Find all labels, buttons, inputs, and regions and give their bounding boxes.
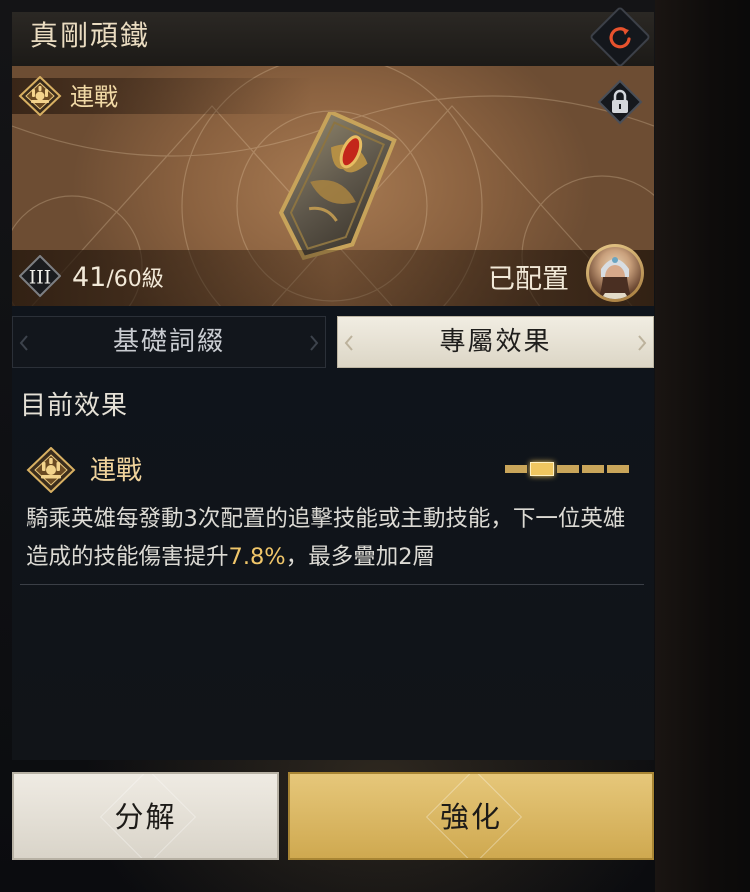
enhance-label: 強化 — [439, 800, 502, 834]
refresh-icon[interactable] — [604, 22, 636, 54]
hero-portrait — [597, 257, 633, 299]
tab-arrow-right-icon — [310, 335, 319, 351]
lock-icon[interactable] — [597, 79, 643, 125]
stage-segment — [582, 465, 604, 473]
decompose-button[interactable]: 分解 — [12, 772, 279, 860]
level-current: 41 — [72, 262, 107, 293]
effect-value: 7.8% — [228, 544, 286, 570]
set-badge-icon — [18, 76, 62, 116]
tab-arrow-right-icon — [638, 335, 647, 351]
tab-basic-affixes-label: 基礎詞綴 — [112, 327, 225, 357]
effect-description-tail: ，最多疊加2層 — [285, 544, 436, 570]
stage-segment — [557, 465, 579, 473]
stage-segment-active — [530, 462, 554, 476]
level-max: /60級 — [106, 267, 164, 292]
stage-segment — [607, 465, 629, 473]
svg-text:III: III — [29, 267, 52, 289]
tab-basic-affixes[interactable]: 基礎詞綴 — [12, 316, 326, 368]
side-shadow — [655, 0, 750, 892]
set-label: 連戰 — [70, 83, 118, 111]
enhance-button[interactable]: 強化 — [288, 772, 654, 860]
current-effect-heading: 目前效果 — [20, 391, 129, 421]
decompose-label: 分解 — [114, 800, 177, 834]
divider — [20, 584, 644, 585]
effect-stage-indicator — [505, 461, 629, 477]
item-level: 41/60級 — [72, 262, 164, 296]
stage-segment — [505, 465, 527, 473]
tab-exclusive-effects[interactable]: 專屬效果 — [337, 316, 654, 368]
shield-item-image — [278, 112, 397, 261]
tier-badge-icon: III — [19, 255, 61, 297]
tab-exclusive-effects-label: 專屬效果 — [439, 327, 552, 357]
assigned-status: 已配置 — [488, 264, 569, 295]
item-title: 真剛頑鐵 — [30, 19, 151, 52]
effect-description: 騎乘英雄每發動3次配置的追擊技能或主動技能，下一位英雄造成的技能傷害提升7.8%… — [26, 500, 636, 576]
effect-badge-icon — [26, 447, 76, 493]
hero-avatar[interactable] — [586, 244, 644, 302]
effect-name: 連戰 — [90, 456, 143, 486]
